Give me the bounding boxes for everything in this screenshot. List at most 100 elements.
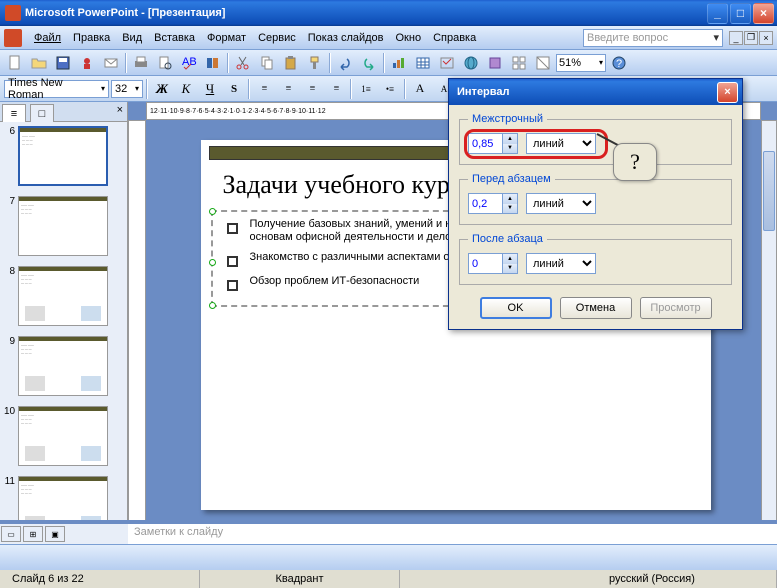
outline-tab[interactable]: ≡ [2, 104, 26, 122]
open-button[interactable] [28, 52, 50, 74]
thumbnail-list[interactable]: 6—— ——— — —— — — 7—— ——— — —— — — 8—— ——— … [0, 122, 127, 544]
cancel-button[interactable]: Отмена [560, 297, 632, 319]
menu-window[interactable]: Окно [390, 30, 428, 46]
insert-chart-button[interactable] [388, 52, 410, 74]
slides-tab[interactable]: □ [30, 104, 54, 122]
after-unit-select[interactable]: линий [526, 253, 596, 274]
email-button[interactable] [100, 52, 122, 74]
insert-hyperlink-button[interactable] [460, 52, 482, 74]
zoom-select[interactable]: 51%▾ [556, 54, 606, 72]
spin-down-icon[interactable]: ▼ [503, 264, 517, 274]
close-button[interactable]: × [753, 3, 774, 24]
thumbnail-slide[interactable]: 9—— ——— — —— — — [4, 336, 123, 396]
help-button[interactable]: ? [608, 52, 630, 74]
slideshow-view-button[interactable]: ▣ [45, 526, 65, 542]
menu-tools[interactable]: Сервис [252, 30, 302, 46]
align-justify-button[interactable]: ≡ [325, 78, 347, 100]
italic-button[interactable]: К [175, 78, 197, 100]
research-button[interactable] [202, 52, 224, 74]
bold-button[interactable]: Ж [151, 78, 173, 100]
permission-button[interactable] [76, 52, 98, 74]
dialog-close-button[interactable]: × [717, 82, 738, 103]
vertical-scrollbar[interactable] [761, 120, 777, 528]
align-center-button[interactable]: ≡ [277, 78, 299, 100]
bullet-icon [227, 256, 238, 267]
title-bar: Microsoft PowerPoint - [Презентация] _ □… [0, 0, 777, 26]
copy-button[interactable] [256, 52, 278, 74]
bullets-button[interactable]: •≡ [379, 78, 401, 100]
shadow-button[interactable]: S [223, 78, 245, 100]
before-paragraph-group: Перед абзацем ▲▼ линий [459, 173, 732, 225]
menu-slideshow[interactable]: Показ слайдов [302, 30, 390, 46]
line-spacing-legend: Межстрочный [468, 113, 547, 125]
maximize-button[interactable]: □ [730, 3, 751, 24]
spin-up-icon[interactable]: ▲ [503, 254, 517, 264]
before-unit-select[interactable]: линий [526, 193, 596, 214]
line-spacing-group: Межстрочный ▲▼ линий [459, 113, 732, 165]
line-spacing-dialog: Интервал × Межстрочный ▲▼ линий Перед аб… [448, 78, 743, 330]
doc-close-button[interactable]: × [759, 31, 773, 45]
ok-button[interactable]: OK [480, 297, 552, 319]
paste-button[interactable] [280, 52, 302, 74]
window-title: Microsoft PowerPoint - [Презентация] [25, 7, 707, 19]
sorter-view-button[interactable]: ⊞ [23, 526, 43, 542]
before-value[interactable]: ▲▼ [468, 193, 518, 214]
dialog-title-bar[interactable]: Интервал × [449, 79, 742, 105]
menu-bar: Файл Правка Вид Вставка Формат Сервис По… [0, 26, 777, 50]
tables-borders-button[interactable] [436, 52, 458, 74]
powerpoint-icon[interactable] [4, 29, 22, 47]
align-left-button[interactable]: ≡ [253, 78, 275, 100]
status-language[interactable]: русский (Россия) [597, 570, 777, 588]
menu-view[interactable]: Вид [116, 30, 148, 46]
show-grid-button[interactable] [508, 52, 530, 74]
help-search-input[interactable]: Введите вопрос▾ [583, 29, 723, 47]
print-preview-button[interactable] [154, 52, 176, 74]
thumbnail-panel: ≡ □ × 6—— ——— — —— — — 7—— ——— — —— — — 8—… [0, 102, 128, 544]
font-name-select[interactable]: Times New Roman▾ [4, 80, 109, 98]
new-button[interactable] [4, 52, 26, 74]
thumbnail-slide[interactable]: 6—— ——— — —— — — [4, 126, 123, 186]
increase-font-button[interactable]: A [409, 78, 431, 100]
numbering-button[interactable]: 1≡ [355, 78, 377, 100]
align-right-button[interactable]: ≡ [301, 78, 323, 100]
redo-button[interactable] [358, 52, 380, 74]
underline-button[interactable]: Ч [199, 78, 221, 100]
thumbnail-slide[interactable]: 8—— ——— — —— — — [4, 266, 123, 326]
color-grayscale-button[interactable] [532, 52, 554, 74]
insert-table-button[interactable] [412, 52, 434, 74]
status-bar: Слайд 6 из 22 Квадрант русский (Россия) [0, 570, 777, 588]
bullet-icon [227, 280, 238, 291]
menu-file[interactable]: Файл [28, 30, 67, 46]
panel-close-button[interactable]: × [113, 102, 127, 121]
after-input[interactable] [468, 253, 502, 274]
spin-down-icon[interactable]: ▼ [503, 204, 517, 214]
print-button[interactable] [130, 52, 152, 74]
thumbnail-slide[interactable]: 7—— ——— — —— — — [4, 196, 123, 256]
after-paragraph-legend: После абзаца [468, 233, 547, 245]
doc-minimize-button[interactable]: _ [729, 31, 743, 45]
menu-edit[interactable]: Правка [67, 30, 116, 46]
spin-up-icon[interactable]: ▲ [503, 194, 517, 204]
notes-pane[interactable]: Заметки к слайду [128, 520, 777, 544]
minimize-button[interactable]: _ [707, 3, 728, 24]
preview-button[interactable]: Просмотр [640, 297, 712, 319]
undo-button[interactable] [334, 52, 356, 74]
doc-restore-button[interactable]: ❐ [744, 31, 758, 45]
menu-format[interactable]: Формат [201, 30, 252, 46]
font-size-select[interactable]: 32▾ [111, 80, 143, 98]
menu-help[interactable]: Справка [427, 30, 482, 46]
vertical-ruler[interactable] [128, 120, 146, 528]
chevron-down-icon: ▾ [713, 31, 719, 44]
menu-insert[interactable]: Вставка [148, 30, 201, 46]
app-icon [5, 5, 21, 21]
cut-button[interactable] [232, 52, 254, 74]
reviewing-button[interactable] [484, 52, 506, 74]
format-painter-button[interactable] [304, 52, 326, 74]
thumbnail-slide[interactable]: 10—— ——— — —— — — [4, 406, 123, 466]
before-input[interactable] [468, 193, 502, 214]
spellcheck-button[interactable]: ABC [178, 52, 200, 74]
callout-annotation: ? [613, 143, 657, 181]
after-value[interactable]: ▲▼ [468, 253, 518, 274]
normal-view-button[interactable]: ▭ [1, 526, 21, 542]
save-button[interactable] [52, 52, 74, 74]
